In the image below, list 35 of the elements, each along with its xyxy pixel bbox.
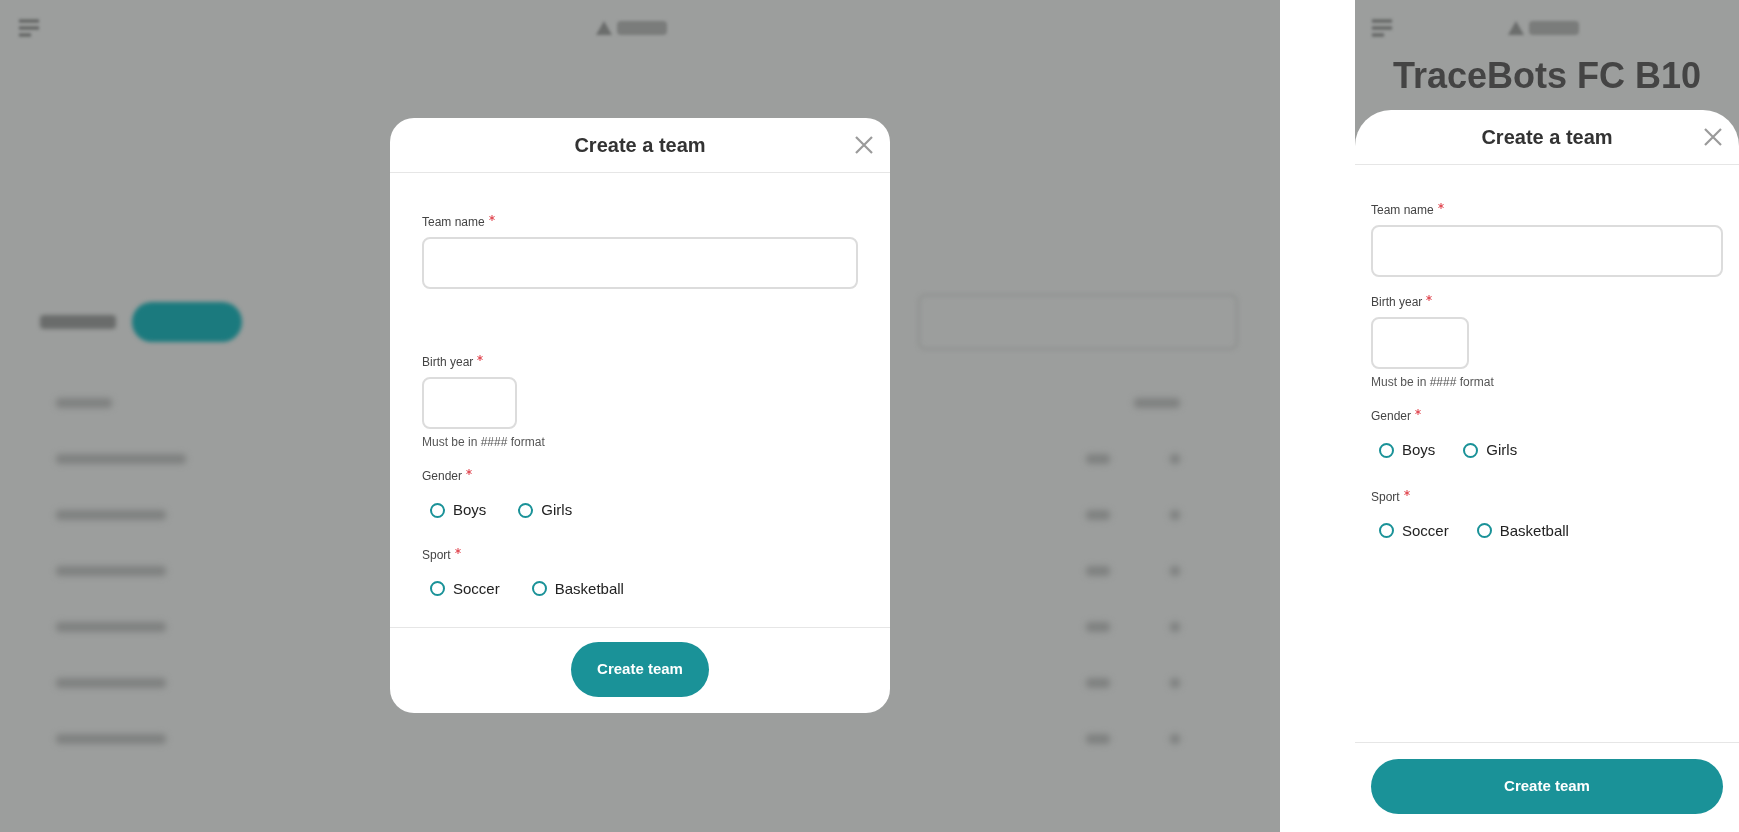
dialog-title: Create a team <box>574 133 706 158</box>
field-hint: Must be in #### format <box>1371 374 1495 391</box>
birth-year-field[interactable] <box>422 377 517 429</box>
field-label: Team name <box>1371 202 1434 219</box>
field-label: Gender <box>1371 408 1412 425</box>
radio-option[interactable]: Basketball <box>531 577 624 600</box>
logo-icon <box>595 20 613 36</box>
team-name-field[interactable] <box>422 237 858 289</box>
radio-option[interactable]: Girls <box>518 499 573 522</box>
field-label: Sport <box>422 546 451 564</box>
birth-year-field[interactable] <box>1371 317 1469 369</box>
blurred-logo <box>617 21 667 35</box>
menu-icon[interactable] <box>1371 19 1393 37</box>
team-name-field[interactable] <box>1371 225 1723 277</box>
blurred-logo <box>1529 21 1579 35</box>
close-icon[interactable] <box>854 135 874 155</box>
create-team-button[interactable]: Create team <box>571 642 709 697</box>
dialog-title: Create a team <box>1481 125 1613 150</box>
club-title: TraceBots FC B10 <box>1392 56 1702 96</box>
field-hint: Must be in #### format <box>422 434 546 451</box>
radio-option[interactable]: Soccer <box>1379 519 1449 542</box>
field-label: Team name <box>422 214 485 231</box>
radio-option[interactable]: Boys <box>1379 439 1436 462</box>
field-label: Sport <box>1371 488 1400 506</box>
radio-option[interactable]: Girls <box>1463 439 1518 462</box>
radio-option[interactable]: Soccer <box>430 577 500 600</box>
logo-icon <box>1507 20 1525 36</box>
field-label: Birth year <box>1371 294 1423 311</box>
radio-option[interactable]: Basketball <box>1476 519 1569 542</box>
field-label: Birth year <box>422 354 474 371</box>
close-icon[interactable] <box>1703 127 1723 147</box>
field-label: Gender <box>422 468 463 485</box>
create-team-button[interactable]: Create team <box>1371 759 1723 814</box>
menu-icon[interactable] <box>18 19 40 37</box>
radio-option[interactable]: Boys <box>430 499 487 522</box>
